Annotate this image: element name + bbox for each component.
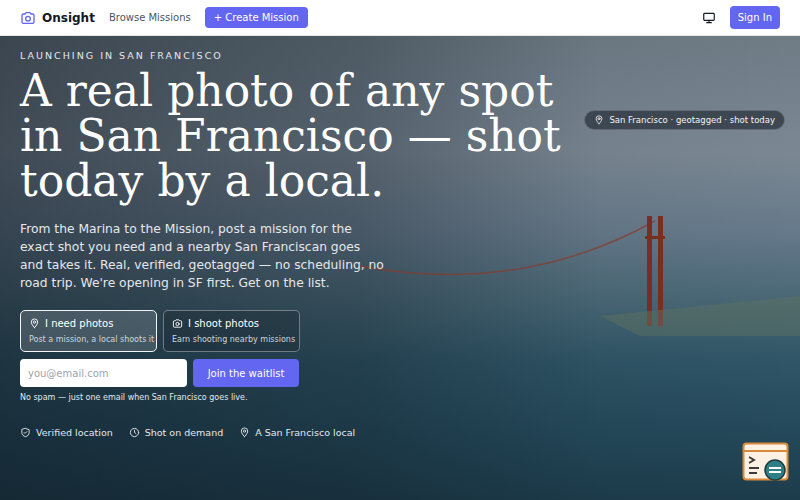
feature-item: A San Francisco local [239, 427, 355, 438]
help-widget[interactable] [742, 442, 790, 486]
eyebrow: LAUNCHING IN SAN FRANCISCO [20, 50, 780, 62]
sign-in-button[interactable]: Sign In [730, 6, 780, 29]
feature-label: Shot on demand [145, 427, 223, 438]
brand-logo[interactable]: Onsight [20, 10, 95, 26]
create-mission-button[interactable]: + Create Mission [205, 7, 308, 28]
clock-icon [129, 427, 140, 438]
pin-icon [239, 427, 250, 438]
role-title: I need photos [45, 317, 113, 330]
shield-icon [20, 427, 31, 438]
role-option[interactable]: I need photos Post a mission, a local sho… [20, 310, 157, 352]
hero: LAUNCHING IN SAN FRANCISCO A real photo o… [0, 36, 800, 500]
location-badge: San Francisco · geotagged · shot today [584, 110, 785, 130]
description: From the Marina to the Mission, post a m… [20, 220, 385, 292]
nav-link[interactable]: Browse Missions [109, 12, 191, 23]
camera-icon [172, 318, 183, 329]
role-option[interactable]: I shoot photos Earn shooting nearby missi… [163, 310, 300, 352]
chat-widget-icon [742, 442, 790, 482]
feature-label: Verified location [36, 427, 113, 438]
feature-item: Verified location [20, 427, 113, 438]
pin-icon [29, 318, 40, 329]
spam-note: No spam — just one email when San Franci… [20, 392, 780, 403]
email-input[interactable] [20, 359, 187, 387]
brand-name: Onsight [42, 11, 95, 25]
feature-label: A San Francisco local [255, 427, 355, 438]
monitor-icon [702, 11, 716, 25]
camera-icon [20, 10, 36, 26]
role-subtitle: Post a mission, a local shoots it [29, 334, 148, 345]
headline-line: today by a local. [20, 158, 780, 203]
role-picker: I need photos Post a mission, a local sho… [20, 310, 780, 352]
top-nav: Onsight Browse Missions + Create Mission Si… [0, 0, 800, 36]
waitlist-form: Join the waitlist [20, 359, 780, 387]
hero-content: LAUNCHING IN SAN FRANCISCO A real photo o… [20, 50, 780, 438]
join-waitlist-button[interactable]: Join the waitlist [193, 359, 299, 387]
headline: A real photo of any spotin San Francisco… [20, 68, 780, 203]
headline-line: A real photo of any spot [20, 68, 780, 113]
badge-text: San Francisco · geotagged · shot today [609, 115, 775, 125]
role-subtitle: Earn shooting nearby missions [172, 334, 291, 345]
feature-item: Shot on demand [129, 427, 223, 438]
features: Verified location Shot on demand A San Fra… [20, 427, 780, 438]
role-title: I shoot photos [188, 317, 259, 330]
pin-icon [594, 115, 604, 125]
